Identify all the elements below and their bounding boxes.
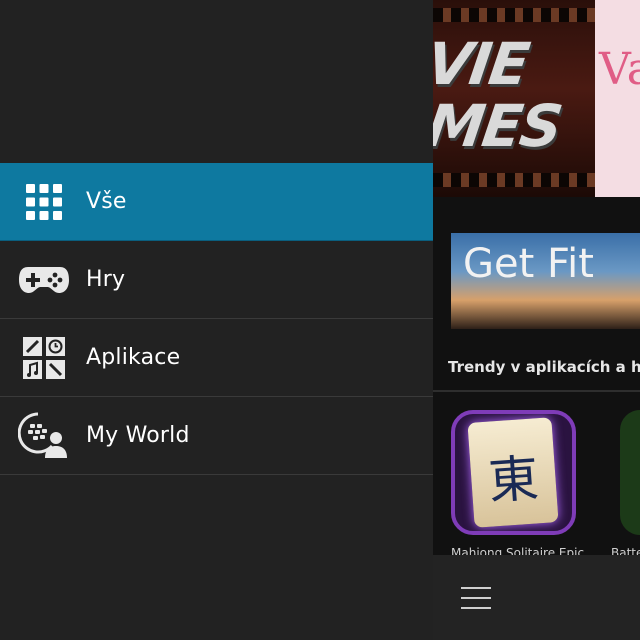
app-tile-mahjong[interactable]: 東 [451,410,576,535]
sidebar-item-vse[interactable]: Vše [0,163,433,241]
apps-icon [18,335,70,381]
sidebar-item-label: Hry [86,267,126,292]
featured-banner-movie-games[interactable]: VIE MES Va [433,0,640,197]
divider [433,390,640,392]
section-title: Trendy v aplikacích a hrác [448,358,640,376]
category-nav: Vše Hry Aplikace My World [0,163,433,475]
film-strip [433,8,595,22]
sidebar-item-hry[interactable]: Hry [0,241,433,319]
sidebar-item-aplikace[interactable]: Aplikace [0,319,433,397]
sidebar-item-my-world[interactable]: My World [0,397,433,475]
film-background: VIE MES [433,0,595,197]
mahjong-glyph: 東 [486,449,541,511]
featured-banner-partial[interactable]: Va [595,0,640,197]
app-tile-battery[interactable] [620,410,640,535]
my-world-icon [18,412,70,459]
banner-title-line: MES [433,92,565,160]
mahjong-icon: 東 [467,417,559,528]
banner-title: Get Fit [463,241,594,287]
sidebar-item-label: My World [86,423,190,448]
content-panel: VIE MES Va Get Fit Trendy v aplikacích a… [433,0,640,640]
banner-title-line: VIE [433,30,532,98]
sidebar: Vše Hry Aplikace My World [0,0,433,640]
bottom-action-bar [433,555,640,640]
menu-icon[interactable] [461,585,491,609]
banner-partial-text: Va [599,44,640,95]
grid-icon [18,179,70,225]
gamepad-icon [18,257,70,303]
sidebar-item-label: Vše [86,189,127,214]
film-strip [433,173,595,187]
sidebar-item-label: Aplikace [86,345,181,370]
featured-banner-get-fit[interactable]: Get Fit [451,233,640,329]
